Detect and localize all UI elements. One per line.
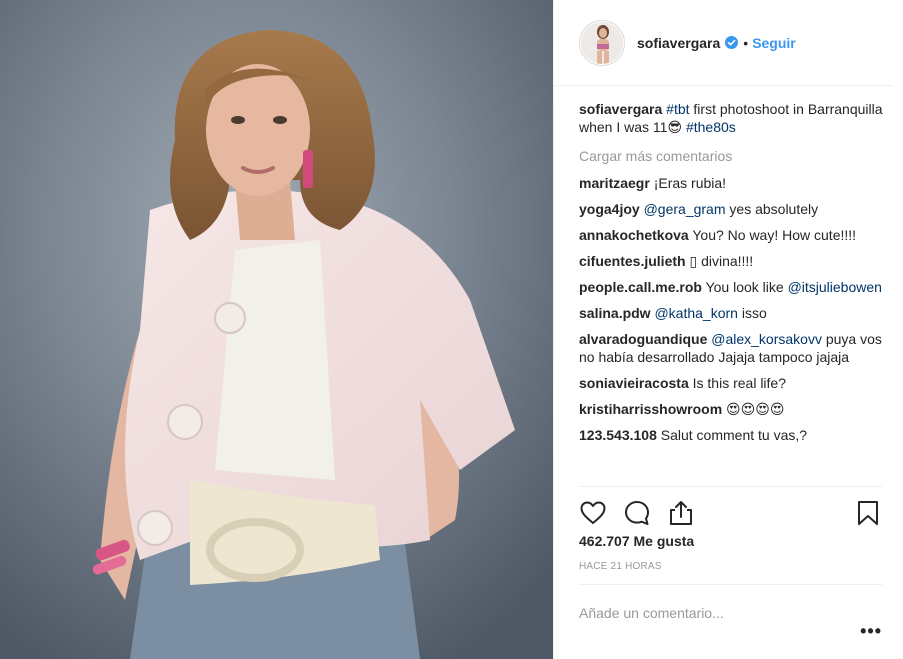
comment-username[interactable]: kristiharrisshowroom <box>579 401 722 417</box>
post-username[interactable]: sofiavergara <box>637 35 720 51</box>
post-timestamp[interactable]: HACE 21 HORAS <box>579 561 882 572</box>
comment-item: soniavieiracosta Is this real life? <box>579 374 884 392</box>
comment-item: kristiharrisshowroom 😍😍😍😍 <box>579 400 884 418</box>
comment-item: people.call.me.rob You look like @itsjul… <box>579 278 884 296</box>
post-actions: 462.707 Me gusta HACE 21 HORAS <box>579 486 882 584</box>
sunglasses-emoji-icon: 😎 <box>667 119 683 135</box>
header-separator: • <box>743 34 749 51</box>
comment-username[interactable]: salina.pdw <box>579 305 651 321</box>
more-options-icon[interactable]: ••• <box>860 621 882 642</box>
post-caption: sofiavergara #tbt first photoshoot in Ba… <box>579 100 884 136</box>
comment-username[interactable]: soniavieiracosta <box>579 375 689 391</box>
hashtag-link[interactable]: #the80s <box>686 119 736 135</box>
comment-text: You look like <box>705 279 788 295</box>
mention-link[interactable]: @itsjuliebowen <box>788 279 882 295</box>
add-comment-input[interactable]: Añade un comentario... <box>579 605 882 621</box>
comment-username[interactable]: 123.543.108 <box>579 427 657 443</box>
profile-avatar-ring[interactable] <box>579 19 625 66</box>
comment-item: annakochetkova You? No way! How cute!!!! <box>579 226 884 244</box>
comment-text: ¡Eras rubia! <box>653 175 727 191</box>
comment-text: You? No way! How cute!!!! <box>692 227 857 243</box>
comment-text: Is this real life? <box>692 375 786 391</box>
verified-badge-icon <box>725 36 739 49</box>
action-icons-row <box>579 487 882 539</box>
post-sidebar: sofiavergara • Seguir sofiavergara #tbt … <box>553 0 903 659</box>
heart-icon[interactable] <box>579 499 607 527</box>
comment-item: yoga4joy @gera_gram yes absolutely <box>579 200 884 218</box>
hashtag-link[interactable]: #tbt <box>666 101 689 117</box>
mention-link[interactable]: @gera_gram <box>644 201 726 217</box>
comment-username[interactable]: yoga4joy <box>579 201 640 217</box>
mention-link[interactable]: @katha_korn <box>654 305 737 321</box>
load-more-comments-button[interactable]: Cargar más comentarios <box>579 148 884 164</box>
caption-username[interactable]: sofiavergara <box>579 101 662 117</box>
bookmark-icon[interactable] <box>854 499 882 527</box>
comment-item: 123.543.108 Salut comment tu vas,? <box>579 426 884 444</box>
mention-link[interactable]: @alex_korsakovv <box>711 331 822 347</box>
comment-username[interactable]: annakochetkova <box>579 227 689 243</box>
comment-item: cifuentes.julieth ▯ divina!!!! <box>579 252 884 270</box>
avatar[interactable] <box>581 21 623 64</box>
post-photo[interactable] <box>0 0 553 659</box>
comment-username[interactable]: alvaradoguandique <box>579 331 707 347</box>
comments-list: sofiavergara #tbt first photoshoot in Ba… <box>554 86 894 484</box>
follow-button[interactable]: Seguir <box>752 35 796 51</box>
comment-item: salina.pdw @katha_korn isso <box>579 304 884 322</box>
post-header: sofiavergara • Seguir <box>554 0 893 86</box>
comment-item: alvaradoguandique @alex_korsakovv puya v… <box>579 330 884 366</box>
comment-item: maritzaegr ¡Eras rubia! <box>579 174 884 192</box>
photo-illustration <box>0 0 553 659</box>
comment-text: yes absolutely <box>725 201 819 217</box>
heart-eyes-emoji-icon: 😍😍😍😍 <box>726 401 785 417</box>
comment-username[interactable]: maritzaegr <box>579 175 650 191</box>
comment-text: Salut comment tu vas,? <box>660 427 808 443</box>
add-comment-section: Añade un comentario... ••• <box>579 584 882 659</box>
instagram-post: sofiavergara • Seguir sofiavergara #tbt … <box>0 0 903 659</box>
comment-username[interactable]: people.call.me.rob <box>579 279 702 295</box>
comment-text: ▯ divina!!!! <box>689 253 754 269</box>
comment-text: isso <box>737 305 767 321</box>
comment-icon[interactable] <box>623 499 651 527</box>
share-icon[interactable] <box>667 499 695 527</box>
comment-username[interactable]: cifuentes.julieth <box>579 253 686 269</box>
avatar-image <box>581 21 623 64</box>
